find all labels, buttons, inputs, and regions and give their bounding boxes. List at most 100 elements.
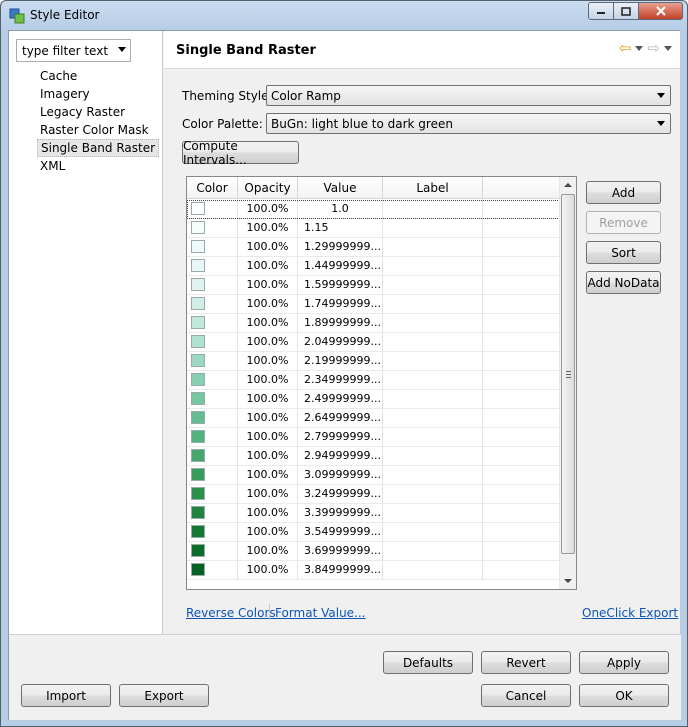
color-swatch[interactable]: [191, 354, 205, 367]
color-cell[interactable]: [187, 352, 238, 370]
value-cell[interactable]: 1.59999999...: [298, 276, 383, 294]
forward-arrow-icon[interactable]: ⇨: [647, 41, 660, 56]
label-cell[interactable]: [383, 466, 483, 484]
value-cell[interactable]: 2.94999999...: [298, 447, 383, 465]
opacity-cell[interactable]: 100.0%: [238, 295, 298, 313]
color-swatch[interactable]: [191, 278, 205, 291]
label-cell[interactable]: [383, 504, 483, 522]
color-swatch[interactable]: [191, 525, 205, 538]
minimize-button[interactable]: [588, 2, 614, 20]
oneclick-export-link[interactable]: OneClick Export: [582, 606, 678, 620]
table-row[interactable]: 100.0% 2.19999999...: [187, 352, 560, 371]
opacity-cell[interactable]: 100.0%: [238, 409, 298, 427]
label-cell[interactable]: [383, 561, 483, 579]
table-row[interactable]: 100.0% 3.84999999...: [187, 561, 560, 580]
opacity-cell[interactable]: 100.0%: [238, 447, 298, 465]
color-cell[interactable]: [187, 314, 238, 332]
label-cell[interactable]: [383, 447, 483, 465]
add-button[interactable]: Add: [586, 181, 661, 204]
table-row[interactable]: 100.0% 1.89999999...: [187, 314, 560, 333]
opacity-cell[interactable]: 100.0%: [238, 352, 298, 370]
revert-button[interactable]: Revert: [481, 651, 571, 674]
value-cell[interactable]: 1.44999999...: [298, 257, 383, 275]
opacity-cell[interactable]: 100.0%: [238, 542, 298, 560]
tree-item-xml[interactable]: XML: [37, 157, 159, 175]
color-swatch[interactable]: [191, 240, 205, 253]
table-row[interactable]: 100.0% 1.0: [187, 200, 560, 219]
label-cell[interactable]: [383, 200, 483, 218]
color-cell[interactable]: [187, 200, 238, 218]
table-row[interactable]: 100.0% 3.24999999...: [187, 485, 560, 504]
scroll-down-icon[interactable]: [564, 579, 572, 583]
value-cell[interactable]: 2.64999999...: [298, 409, 383, 427]
scroll-up-icon[interactable]: [564, 183, 572, 187]
add-nodata-button[interactable]: Add NoData: [586, 271, 661, 294]
column-header-opacity[interactable]: Opacity: [238, 177, 298, 199]
cancel-button[interactable]: Cancel: [481, 684, 571, 707]
color-cell[interactable]: [187, 238, 238, 256]
table-row[interactable]: 100.0% 3.39999999...: [187, 504, 560, 523]
opacity-cell[interactable]: 100.0%: [238, 523, 298, 541]
opacity-cell[interactable]: 100.0%: [238, 504, 298, 522]
table-row[interactable]: 100.0% 1.59999999...: [187, 276, 560, 295]
color-cell[interactable]: [187, 295, 238, 313]
color-swatch[interactable]: [191, 221, 205, 234]
color-cell[interactable]: [187, 257, 238, 275]
title-bar[interactable]: Style Editor: [1, 1, 687, 30]
value-cell[interactable]: 3.54999999...: [298, 523, 383, 541]
tree-item-raster-color-mask[interactable]: Raster Color Mask: [37, 121, 159, 139]
apply-button[interactable]: Apply: [579, 651, 669, 674]
opacity-cell[interactable]: 100.0%: [238, 485, 298, 503]
color-swatch[interactable]: [191, 392, 205, 405]
value-cell[interactable]: 2.79999999...: [298, 428, 383, 446]
color-cell[interactable]: [187, 447, 238, 465]
opacity-cell[interactable]: 100.0%: [238, 200, 298, 218]
table-row[interactable]: 100.0% 2.94999999...: [187, 447, 560, 466]
opacity-cell[interactable]: 100.0%: [238, 219, 298, 237]
color-palette-select[interactable]: BuGn: light blue to dark green: [266, 113, 671, 134]
format-value-link[interactable]: Format Value...: [275, 606, 366, 620]
color-cell[interactable]: [187, 504, 238, 522]
defaults-button[interactable]: Defaults: [383, 651, 473, 674]
table-row[interactable]: 100.0% 3.54999999...: [187, 523, 560, 542]
table-scrollbar[interactable]: [559, 177, 576, 589]
table-row[interactable]: 100.0% 2.34999999...: [187, 371, 560, 390]
color-swatch[interactable]: [191, 544, 205, 557]
color-cell[interactable]: [187, 219, 238, 237]
export-button[interactable]: Export: [119, 684, 209, 707]
label-cell[interactable]: [383, 333, 483, 351]
back-menu-icon[interactable]: [635, 46, 644, 51]
value-cell[interactable]: 1.0: [298, 200, 383, 218]
value-cell[interactable]: 3.69999999...: [298, 542, 383, 560]
opacity-cell[interactable]: 100.0%: [238, 466, 298, 484]
color-swatch[interactable]: [191, 430, 205, 443]
forward-menu-icon[interactable]: [664, 46, 672, 51]
label-cell[interactable]: [383, 409, 483, 427]
value-cell[interactable]: 3.09999999...: [298, 466, 383, 484]
label-cell[interactable]: [383, 219, 483, 237]
import-button[interactable]: Import: [21, 684, 111, 707]
color-cell[interactable]: [187, 276, 238, 294]
value-cell[interactable]: 3.84999999...: [298, 561, 383, 579]
value-cell[interactable]: 1.29999999...: [298, 238, 383, 256]
color-swatch[interactable]: [191, 487, 205, 500]
opacity-cell[interactable]: 100.0%: [238, 333, 298, 351]
label-cell[interactable]: [383, 523, 483, 541]
tree-item-legacy-raster[interactable]: Legacy Raster: [37, 103, 159, 121]
label-cell[interactable]: [383, 371, 483, 389]
opacity-cell[interactable]: 100.0%: [238, 276, 298, 294]
table-row[interactable]: 100.0% 1.15: [187, 219, 560, 238]
value-cell[interactable]: 2.19999999...: [298, 352, 383, 370]
color-swatch[interactable]: [191, 335, 205, 348]
value-cell[interactable]: 2.34999999...: [298, 371, 383, 389]
column-header-value[interactable]: Value: [298, 177, 383, 199]
color-swatch[interactable]: [191, 563, 205, 576]
remove-button[interactable]: Remove: [586, 211, 661, 234]
color-swatch[interactable]: [191, 373, 205, 386]
label-cell[interactable]: [383, 314, 483, 332]
column-header-label[interactable]: Label: [383, 177, 483, 199]
value-cell[interactable]: 1.89999999...: [298, 314, 383, 332]
opacity-cell[interactable]: 100.0%: [238, 390, 298, 408]
table-row[interactable]: 100.0% 2.64999999...: [187, 409, 560, 428]
opacity-cell[interactable]: 100.0%: [238, 561, 298, 579]
